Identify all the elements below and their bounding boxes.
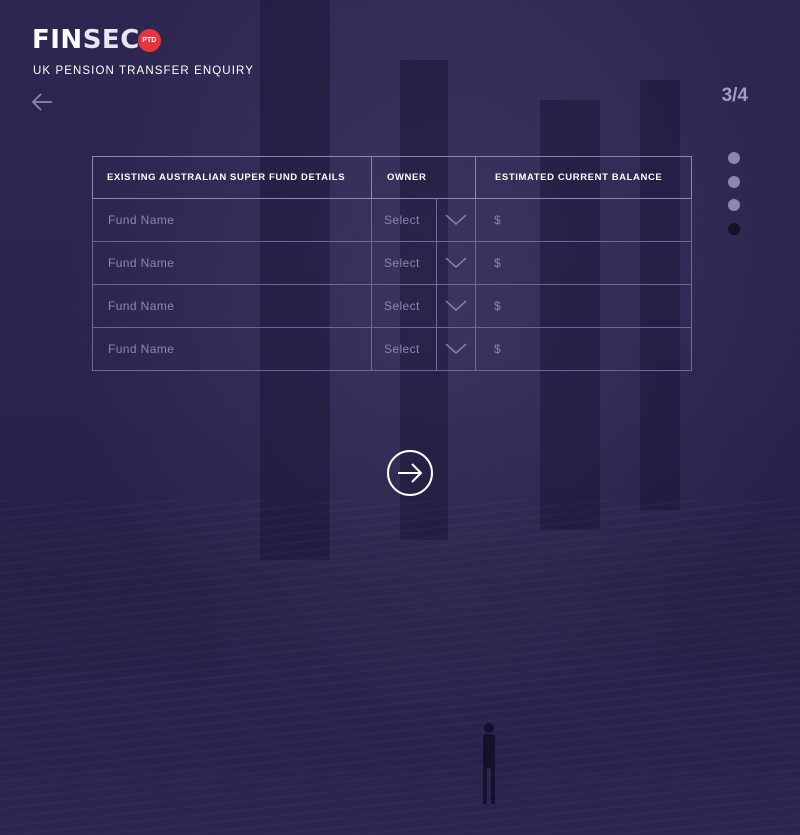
arrow-left-icon[interactable] [31,92,53,112]
owner-select[interactable]: Select [372,285,475,327]
table-row: Select [92,198,692,242]
balance-input[interactable] [476,285,691,327]
table-header-row: EXISTING AUSTRALIAN SUPER FUND DETAILS O… [92,156,692,199]
owner-select-value: Select [372,199,437,241]
owner-select[interactable]: Select [372,199,475,241]
fund-name-cell [92,198,372,242]
header-balance: ESTIMATED CURRENT BALANCE [475,156,692,199]
progress-dot-2[interactable] [728,175,740,188]
owner-cell: Select [371,198,476,242]
table-row: Select [92,284,692,328]
progress-dot-1[interactable] [728,152,740,164]
fund-name-input[interactable] [93,242,371,284]
progress-dot-3[interactable] [728,199,740,211]
balance-cell [475,284,692,328]
progress-dots [728,152,740,246]
owner-select-value: Select [372,328,437,370]
logo: FIN SEC PTD [32,27,161,53]
table-row: Select [92,327,692,371]
chevron-down-icon[interactable] [437,199,475,241]
chevron-down-icon[interactable] [437,328,475,370]
fund-name-input[interactable] [93,285,371,327]
owner-select[interactable]: Select [372,242,475,284]
fund-name-input[interactable] [93,199,371,241]
balance-input[interactable] [476,242,691,284]
balance-input[interactable] [476,199,691,241]
background-image [0,0,800,835]
fund-details-table: EXISTING AUSTRALIAN SUPER FUND DETAILS O… [92,156,692,371]
table-row: Select [92,241,692,285]
balance-cell [475,327,692,371]
balance-cell [475,241,692,285]
chevron-down-icon[interactable] [437,242,475,284]
logo-sec-text: SEC [82,25,140,55]
balance-cell [475,198,692,242]
logo-fin-text: FIN [32,25,83,55]
header-fund-details: EXISTING AUSTRALIAN SUPER FUND DETAILS [92,156,372,199]
owner-select-value: Select [372,285,437,327]
balance-input[interactable] [476,328,691,370]
chevron-down-icon[interactable] [437,285,475,327]
header-owner: OWNER [371,156,476,199]
owner-cell: Select [371,241,476,285]
fund-name-input[interactable] [93,328,371,370]
step-counter: 3/4 [721,85,748,106]
fund-name-cell [92,241,372,285]
owner-select-value: Select [372,242,437,284]
fund-name-cell [92,284,372,328]
fund-name-cell [92,327,372,371]
progress-dot-4[interactable] [728,222,740,235]
page-subtitle: UK PENSION TRANSFER ENQUIRY [33,65,254,77]
next-button[interactable] [386,449,434,497]
owner-select[interactable]: Select [372,328,475,370]
owner-cell: Select [371,284,476,328]
owner-cell: Select [371,327,476,371]
logo-badge: PTD [137,28,161,52]
